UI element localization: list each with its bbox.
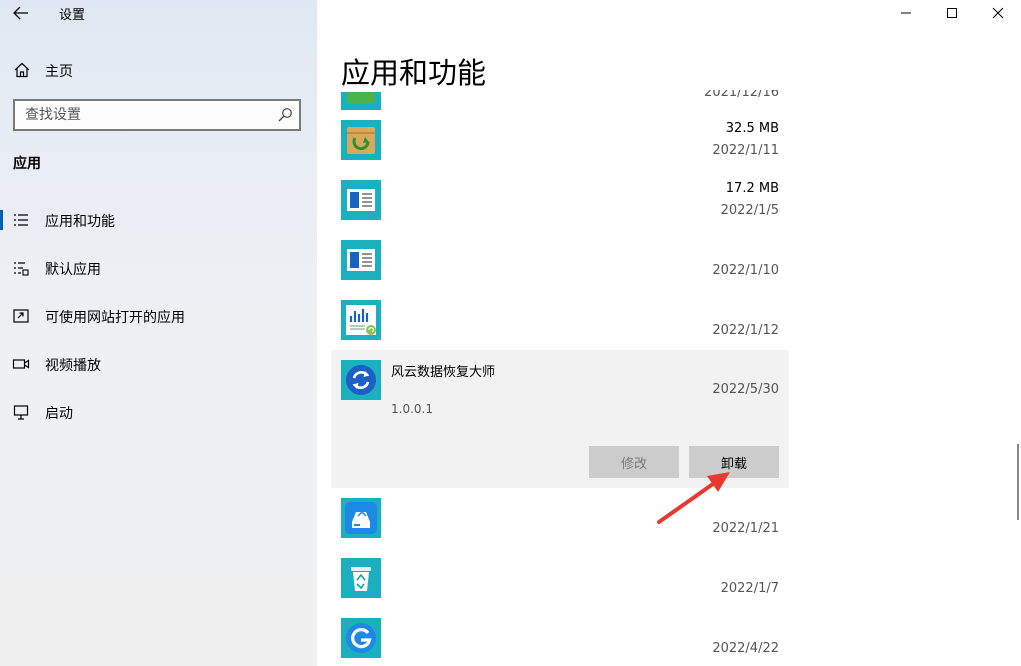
list-item[interactable]: 2022/1/10 [331,230,789,290]
back-button[interactable] [10,2,32,24]
app-size: 32.5 MB [725,121,779,136]
document-window-icon [341,240,381,280]
sidebar-item-label: 视频播放 [45,358,101,374]
sidebar-item-apps-features[interactable]: 应用和功能 [0,200,317,240]
list-item[interactable]: 32.5 MB 2022/1/11 [331,110,789,170]
sidebar-item-label: 可使用网站打开的应用 [45,310,185,326]
list-item[interactable]: 17.2 MB 2022/1/5 [331,170,789,230]
app-name: 风云数据恢复大师 [391,365,496,380]
app-size: 17.2 MB [725,181,779,196]
section-title-apps: 应用 [13,156,41,172]
g-logo-icon [341,618,381,658]
video-playback-icon [12,359,30,369]
app-date: 2022/1/21 [712,521,779,536]
page-title: 应用和功能 [341,50,499,92]
main-content: 应用和功能 2021/12/16 32.5 MB 2022/1/11 17.2 … [317,0,1021,666]
document-window-icon [341,180,381,220]
app-date: 2022/5/30 [712,382,779,397]
apps-features-icon [14,214,28,226]
close-button[interactable] [975,0,1021,26]
sidebar-item-video-playback[interactable]: 视频播放 [0,344,317,384]
default-apps-icon [14,262,29,276]
search-icon[interactable] [277,107,293,123]
sidebar-home-label: 主页 [45,64,73,80]
list-item-selected[interactable]: 风云数据恢复大师 2022/5/30 1.0.0.1 修改 卸载 [331,350,789,488]
active-indicator [0,210,3,230]
app-date: 2022/1/10 [712,263,779,278]
header-area: 应用和功能 [317,0,1021,92]
sidebar-item-label: 默认应用 [45,262,101,278]
minimize-icon [901,12,911,14]
back-arrow-icon [13,6,28,20]
startup-icon [13,405,29,420]
minimize-button[interactable] [883,0,929,26]
list-item[interactable]: 2022/4/22 [331,608,789,666]
sidebar-item-apps-for-websites[interactable]: 可使用网站打开的应用 [0,296,317,336]
sidebar-item-label: 启动 [45,406,73,422]
scrollbar-thumb[interactable] [1017,444,1019,520]
app-date: 2022/1/11 [712,143,779,158]
chart-report-icon [341,300,381,340]
list-item[interactable]: 2022/1/12 [331,290,789,350]
sidebar-item-default-apps[interactable]: 默认应用 [0,248,317,288]
recycle-bin-icon [341,558,381,598]
maximize-button[interactable] [929,0,975,26]
close-icon [992,7,1004,19]
window-title: 设置 [59,8,86,23]
home-icon [14,62,30,78]
maximize-icon [947,8,957,18]
sidebar-item-home[interactable]: 主页 [0,56,317,84]
uninstall-button[interactable]: 卸载 [689,446,779,478]
sidebar-item-startup[interactable]: 启动 [0,392,317,432]
app-date: 2022/1/7 [720,581,779,596]
app-date: 2022/1/12 [712,323,779,338]
sidebar: 设置 主页 应用 应用和功能 默认应用 可使用网站打开的应用 [0,0,317,666]
search-box[interactable] [13,99,301,131]
recovery-icon [341,360,381,400]
modify-button[interactable]: 修改 [589,446,679,478]
list-item[interactable]: 2022/1/7 [331,548,789,608]
search-input[interactable] [15,101,270,129]
drive-icon [341,498,381,538]
list-item[interactable]: 2022/1/21 [331,488,789,548]
sidebar-item-label: 应用和功能 [45,214,115,230]
package-icon [341,120,381,160]
apps-for-websites-icon [13,309,29,323]
app-date: 2022/1/5 [720,203,779,218]
app-date: 2022/4/22 [712,641,779,656]
app-version: 1.0.0.1 [391,402,433,416]
